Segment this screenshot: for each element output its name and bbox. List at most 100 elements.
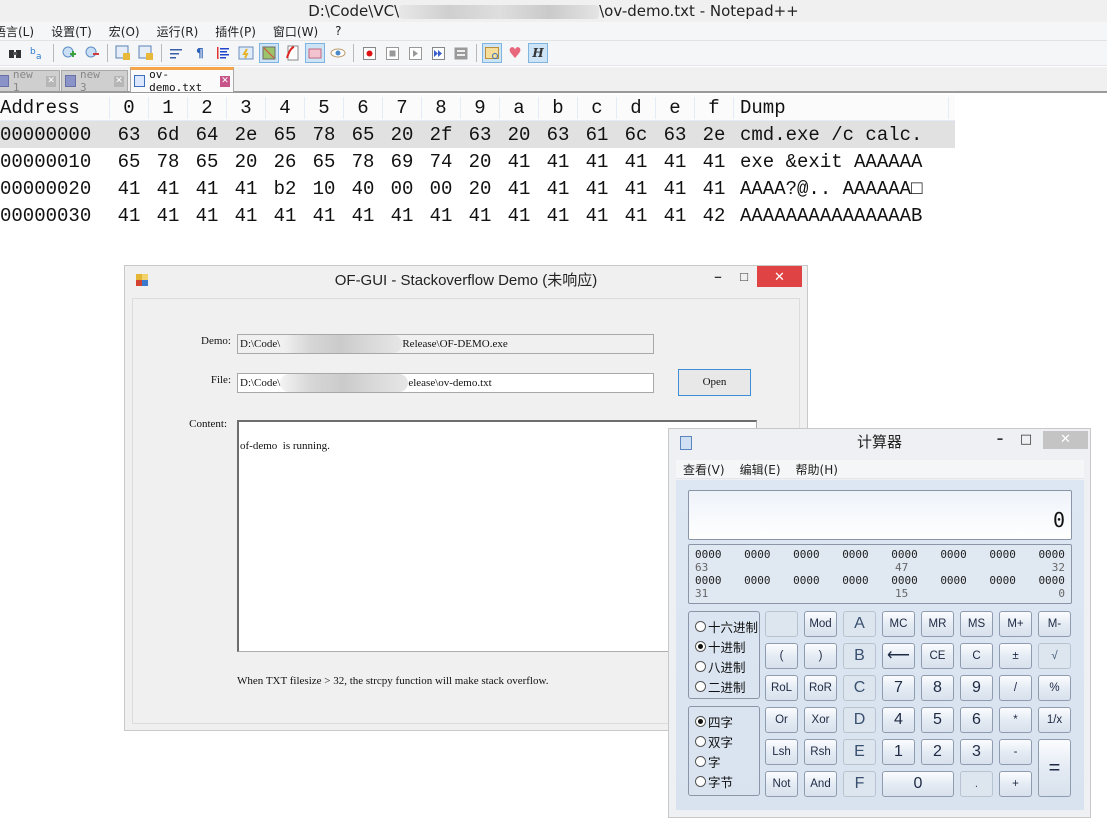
- heart-icon[interactable]: ♥: [505, 43, 525, 63]
- hex-byte[interactable]: 41: [461, 205, 500, 227]
- hex-byte[interactable]: 41: [578, 178, 617, 200]
- hex-byte[interactable]: 65: [110, 151, 149, 173]
- hex-byte[interactable]: 2e: [695, 124, 734, 146]
- hex-byte[interactable]: 41: [656, 205, 695, 227]
- monitoring-icon[interactable]: [328, 43, 348, 63]
- view-hex-icon[interactable]: [482, 43, 502, 63]
- hex-byte[interactable]: 41: [578, 205, 617, 227]
- key-xor[interactable]: Xor: [804, 707, 837, 733]
- function-list-icon[interactable]: [282, 43, 302, 63]
- save-macro-icon[interactable]: [451, 43, 471, 63]
- close-button[interactable]: ✕: [757, 266, 802, 287]
- key-three[interactable]: 3: [960, 739, 993, 765]
- radio-icon[interactable]: [695, 660, 706, 672]
- hex-byte[interactable]: 20: [383, 124, 422, 146]
- demo-path-field[interactable]: D:\Code\ Release\OF-DEMO.exe: [237, 334, 654, 354]
- menu-language[interactable]: 语言(L): [0, 23, 34, 40]
- bit-group[interactable]: 0000: [940, 548, 967, 561]
- key-mplus[interactable]: M+: [999, 611, 1032, 637]
- tab-ov-demo[interactable]: ov-demo.txt ✕: [130, 67, 234, 94]
- key-four[interactable]: 4: [882, 707, 915, 733]
- key-ror[interactable]: RoR: [804, 675, 837, 701]
- key-nine[interactable]: 9: [960, 675, 993, 701]
- menu-window[interactable]: 窗口(W): [273, 23, 318, 40]
- hex-byte[interactable]: 10: [305, 178, 344, 200]
- key-rsh[interactable]: Rsh: [804, 739, 837, 765]
- tab-new-1[interactable]: new 1 ✕: [0, 68, 60, 94]
- key-pct[interactable]: %: [1038, 675, 1071, 701]
- hex-byte[interactable]: 41: [188, 178, 227, 200]
- hex-byte[interactable]: 78: [344, 151, 383, 173]
- radio-option[interactable]: 双字: [695, 731, 759, 751]
- hex-byte[interactable]: 63: [539, 124, 578, 146]
- hex-byte[interactable]: 65: [344, 124, 383, 146]
- zoom-out-icon[interactable]: [82, 43, 102, 63]
- bit-group[interactable]: 0000: [842, 548, 869, 561]
- radio-option[interactable]: 十进制: [695, 636, 759, 656]
- key-blank[interactable]: [765, 611, 798, 637]
- radio-option[interactable]: 二进制: [695, 676, 759, 696]
- hex-byte[interactable]: 65: [266, 124, 305, 146]
- menu-edit[interactable]: 编辑(E): [740, 461, 781, 478]
- hex-byte[interactable]: 40: [344, 178, 383, 200]
- hex-byte[interactable]: 41: [149, 178, 188, 200]
- hex-byte[interactable]: 78: [149, 151, 188, 173]
- hex-byte[interactable]: 63: [656, 124, 695, 146]
- hex-byte[interactable]: 2f: [422, 124, 461, 146]
- record-macro-icon[interactable]: [359, 43, 379, 63]
- hex-byte[interactable]: 41: [617, 205, 656, 227]
- key-eq[interactable]: =: [1038, 739, 1071, 797]
- hex-row[interactable]: 00000020 41 41 41 41 b2 10 40 00 00 20 41 41 41 41 41 41…: [0, 175, 955, 202]
- bit-group[interactable]: 0000: [793, 548, 820, 561]
- hex-dump-text[interactable]: AAAAAAAAAAAAAAAB: [734, 205, 949, 227]
- minimize-button[interactable]: –: [705, 266, 731, 287]
- key-ce[interactable]: CE: [921, 643, 954, 669]
- tab-new-3[interactable]: new 3 ✕: [61, 68, 128, 94]
- sync-horizontal-icon[interactable]: [136, 43, 156, 63]
- menu-help[interactable]: 帮助(H): [796, 461, 838, 478]
- menu-run[interactable]: 运行(R): [157, 23, 199, 40]
- radio-option[interactable]: 八进制: [695, 656, 759, 676]
- hex-byte[interactable]: 41: [110, 178, 149, 200]
- radio-icon[interactable]: [695, 755, 706, 767]
- key-lparen[interactable]: (: [765, 643, 798, 669]
- bit-group[interactable]: 0000: [695, 548, 722, 561]
- radio-icon[interactable]: [695, 715, 706, 727]
- key-mod[interactable]: Mod: [804, 611, 837, 637]
- radio-option[interactable]: 十六进制: [695, 616, 759, 636]
- key-mc[interactable]: MC: [882, 611, 915, 637]
- key-mul[interactable]: *: [999, 707, 1032, 733]
- key-dot[interactable]: .: [960, 771, 993, 797]
- bit-group[interactable]: 0000: [989, 574, 1016, 587]
- file-path-field[interactable]: D:\Code\ elease\ov-demo.txt: [237, 373, 654, 393]
- key-add[interactable]: +: [999, 771, 1032, 797]
- hex-byte[interactable]: 41: [227, 178, 266, 200]
- hex-byte[interactable]: 41: [500, 178, 539, 200]
- menu-help[interactable]: ?: [335, 24, 341, 38]
- key-zero[interactable]: 0: [882, 771, 954, 797]
- hex-byte[interactable]: 65: [305, 151, 344, 173]
- radio-icon[interactable]: [695, 775, 706, 787]
- bit-group[interactable]: 0000: [891, 548, 918, 561]
- key-back[interactable]: ⟵: [882, 643, 915, 669]
- hex-byte[interactable]: 00: [422, 178, 461, 200]
- hex-byte[interactable]: 41: [539, 178, 578, 200]
- key-not[interactable]: Not: [765, 771, 798, 797]
- open-button[interactable]: Open: [678, 369, 751, 396]
- hex-dump-text[interactable]: cmd.exe /c calc.: [734, 124, 949, 146]
- radio-option[interactable]: 字节: [695, 771, 759, 791]
- key-rparen[interactable]: ): [804, 643, 837, 669]
- key-eight[interactable]: 8: [921, 675, 954, 701]
- key-seven[interactable]: 7: [882, 675, 915, 701]
- hex-byte[interactable]: 26: [266, 151, 305, 173]
- hex-byte[interactable]: 41: [383, 205, 422, 227]
- hex-byte[interactable]: 41: [422, 205, 461, 227]
- indent-guide-icon[interactable]: [213, 43, 233, 63]
- play-macro-icon[interactable]: [405, 43, 425, 63]
- run-macro-multiple-icon[interactable]: [428, 43, 448, 63]
- key-mminus[interactable]: M-: [1038, 611, 1071, 637]
- key-or[interactable]: Or: [765, 707, 798, 733]
- doc-map-icon[interactable]: [259, 43, 279, 63]
- hex-byte[interactable]: 64: [188, 124, 227, 146]
- hex-byte[interactable]: 20: [461, 151, 500, 173]
